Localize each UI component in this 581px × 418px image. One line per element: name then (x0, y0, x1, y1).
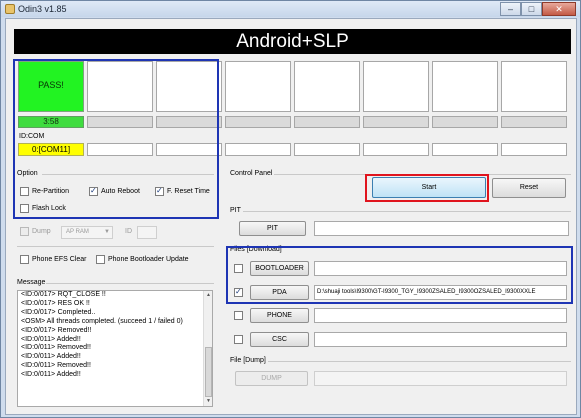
slot-6-status (363, 61, 429, 112)
log-line: <ID:0/017> RQT_CLOSE !! (21, 291, 106, 298)
slot-option-highlight-box (13, 59, 219, 219)
csc-button[interactable]: CSC (250, 332, 309, 347)
slot-6-com-port (363, 143, 429, 156)
log-line: <ID:0/011> Removed!! (21, 344, 91, 352)
log-line: <ID:0/017> Completed.. (21, 308, 96, 316)
window-controls: – □ ✕ (500, 2, 576, 16)
slot-4-status (225, 61, 291, 112)
message-scroll-thumb[interactable] (205, 347, 212, 397)
csc-checkbox[interactable] (234, 335, 243, 344)
slot-8-com-port (501, 143, 567, 156)
dump-button[interactable]: DUMP (235, 371, 308, 386)
chevron-down-icon: ▼ (104, 229, 110, 235)
log-line: <ID:0/011> Removed!! (21, 362, 91, 370)
message-log[interactable]: <ID:0/017> RQT_CLOSE !! <ID:0/017> RES O… (17, 290, 213, 407)
slot-4-com-port (225, 143, 291, 156)
slot-6-progress (363, 116, 429, 128)
dump-type-select[interactable]: AP RAM ▼ (61, 226, 113, 239)
slot-5-progress (294, 116, 360, 128)
slot-7-com-port (432, 143, 498, 156)
phone-checkbox[interactable] (234, 311, 243, 320)
slot-8-progress (501, 116, 567, 128)
maximize-button[interactable]: □ (521, 2, 542, 16)
slot-7-status (432, 61, 498, 112)
control-panel-title: Control Panel (230, 170, 273, 177)
title-bar[interactable]: Odin3 v1.85 – □ ✕ (1, 1, 580, 17)
files-download-highlight-box (226, 246, 573, 304)
pit-title: PIT (230, 207, 241, 214)
slot-5-status (294, 61, 360, 112)
slot-7-progress (432, 116, 498, 128)
dump-path-field[interactable] (314, 371, 567, 386)
phone-path-field[interactable] (314, 308, 567, 323)
message-divider (46, 283, 214, 284)
log-line: <OSM> All threads completed. (succeed 1 … (21, 317, 183, 325)
minimize-button[interactable]: – (500, 2, 521, 16)
pit-path-field[interactable] (314, 221, 569, 236)
dump-id-field[interactable] (137, 226, 157, 239)
scroll-down-icon[interactable]: ▼ (204, 397, 212, 406)
phone-button[interactable]: PHONE (250, 308, 309, 323)
odin-window: Odin3 v1.85 – □ ✕ Android+SLP PASS! 3:58… (0, 0, 581, 418)
slot-4-progress (225, 116, 291, 128)
phone-efs-clear-checkbox[interactable] (20, 255, 29, 264)
log-line: <ID:0/011> Added!! (21, 335, 81, 343)
file-dump-title: File [Dump] (230, 357, 266, 364)
start-button-highlight-box (365, 174, 489, 202)
pit-divider (243, 211, 571, 212)
reset-button[interactable]: Reset (492, 178, 566, 198)
phone-bootloader-update-label: Phone Bootloader Update (108, 256, 189, 263)
window-title: Odin3 v1.85 (18, 4, 67, 14)
phone-efs-clear-label: Phone EFS Clear (32, 256, 87, 263)
main-panel: Android+SLP PASS! 3:58 ID:COM 0:[COM11] … (5, 18, 577, 415)
csc-path-field[interactable] (314, 332, 567, 347)
message-title: Message (17, 279, 46, 286)
dump-id-label: ID (125, 228, 132, 235)
scroll-up-icon[interactable]: ▲ (204, 291, 212, 300)
dump-divider (17, 246, 214, 247)
dump-checkbox[interactable] (20, 227, 29, 236)
odin-app-icon (5, 4, 15, 14)
slot-8-status (501, 61, 567, 112)
pit-button[interactable]: PIT (239, 221, 306, 236)
message-scrollbar[interactable]: ▲ ▼ (203, 291, 212, 406)
dump-type-value: AP RAM (66, 229, 89, 235)
dump-label: Dump (32, 228, 51, 235)
log-line: <ID:0/017> Removed!! (21, 326, 92, 334)
phone-bootloader-update-checkbox[interactable] (96, 255, 105, 264)
log-line: <ID:0/017> RES OK !! (21, 299, 90, 307)
file-dump-divider (268, 361, 571, 362)
log-line: <ID:0/011> Added!! (21, 371, 81, 379)
log-line: <ID:0/011> Added!! (21, 353, 81, 361)
slot-5-com-port (294, 143, 360, 156)
model-banner: Android+SLP (14, 29, 571, 54)
close-button[interactable]: ✕ (542, 2, 576, 16)
